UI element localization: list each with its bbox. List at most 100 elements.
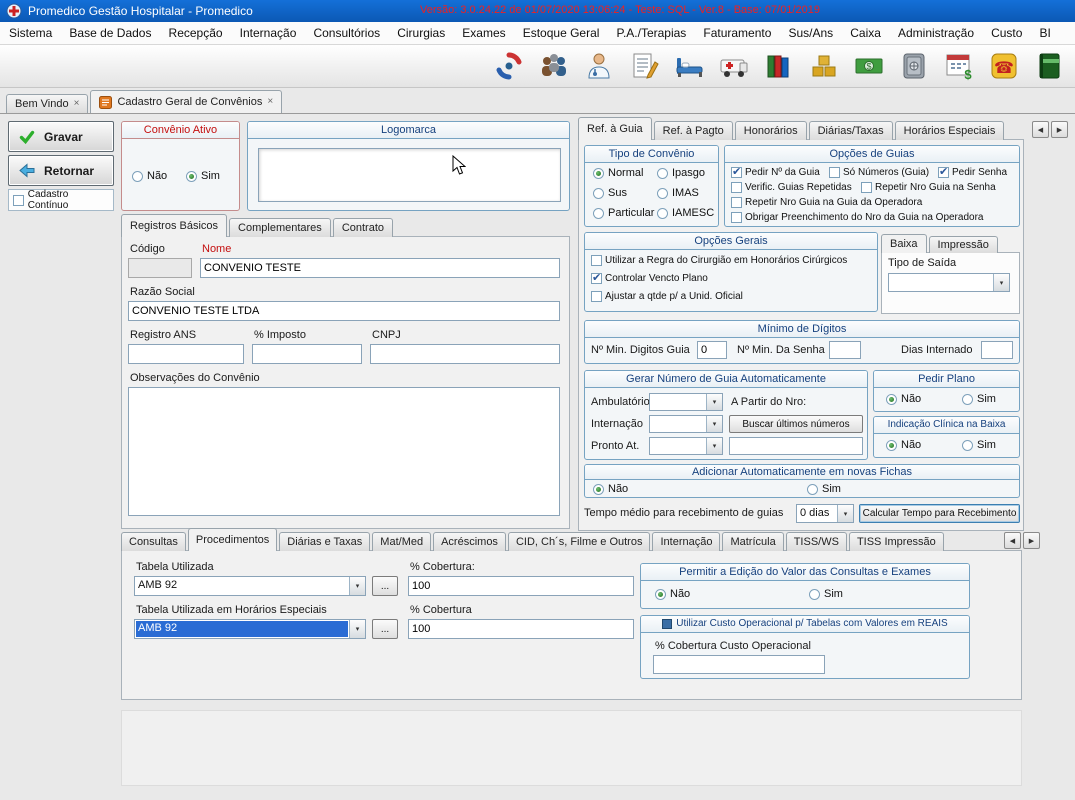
registro-ans-field[interactable] [128, 344, 244, 364]
tab-bem-vindo[interactable]: Bem Vindo × [6, 94, 88, 113]
library-icon[interactable] [761, 48, 797, 84]
checkbox-so-numeros[interactable]: Só Números (Guia) [829, 167, 929, 178]
tab-tiss-impressao[interactable]: TISS Impressão [849, 532, 944, 551]
pronto-at-combo[interactable]: ▾ [649, 437, 723, 455]
guide-tabs-scroll-right-icon[interactable]: ▶ [1051, 121, 1068, 138]
save-button[interactable]: Gravar [8, 121, 114, 152]
chevron-down-icon[interactable]: ▾ [349, 620, 365, 638]
browse-tabela-button[interactable]: ... [372, 576, 398, 596]
billing-calendar-icon[interactable]: $ [941, 48, 977, 84]
radio-adicionar-nao[interactable]: Não [593, 483, 628, 495]
tab-diarias-taxas[interactable]: Diárias/Taxas [809, 121, 893, 140]
detail-tabs-scroll-left-icon[interactable]: ◀ [1004, 532, 1021, 549]
radio-tipo-imas[interactable]: IMAS [657, 187, 699, 199]
calcular-tempo-button[interactable]: Calcular Tempo para Recebimento [859, 504, 1020, 523]
logo-image-area[interactable] [258, 148, 561, 202]
checkbox-verific-guias-repetidas[interactable]: Verific. Guias Repetidas [731, 182, 852, 193]
cobertura-field[interactable] [408, 576, 634, 596]
reception-icon[interactable] [536, 48, 572, 84]
tab-contrato[interactable]: Contrato [333, 218, 393, 237]
tab-procedimentos[interactable]: Procedimentos [188, 528, 277, 551]
imposto-field[interactable] [252, 344, 362, 364]
radio-tipo-sus[interactable]: Sus [593, 187, 627, 199]
detail-tabs-scroll-right-icon[interactable]: ▶ [1023, 532, 1040, 549]
buscar-ultimos-numeros-button[interactable]: Buscar últimos números [729, 415, 863, 433]
checkbox-regra-cirurgiao[interactable]: Utilizar a Regra do Cirurgião em Honorár… [591, 255, 847, 266]
bed-icon[interactable] [671, 48, 707, 84]
tabela-especiais-combo[interactable]: AMB 92 ▾ [134, 619, 366, 639]
ambulance-icon[interactable] [716, 48, 752, 84]
continuous-registration-checkbox[interactable]: Cadastro Contínuo [8, 189, 114, 211]
checkbox-controlar-vencto-plano[interactable]: Controlar Vencto Plano [591, 273, 708, 284]
tabela-utilizada-combo[interactable]: AMB 92 ▾ [134, 576, 366, 596]
bi-book-icon[interactable] [1031, 48, 1067, 84]
radio-permitir-sim[interactable]: Sim [809, 588, 843, 600]
patients-sync-icon[interactable] [491, 48, 527, 84]
checkbox-pedir-senha[interactable]: Pedir Senha [938, 167, 1007, 178]
finance-icon[interactable]: $ [851, 48, 887, 84]
menu-item-exames[interactable]: Exames [455, 22, 512, 44]
radio-tipo-ipasgo[interactable]: Ipasgo [657, 167, 705, 179]
checkbox-ajustar-qtde[interactable]: Ajustar a qtde p/ a Unid. Oficial [591, 291, 743, 302]
tab-complementares[interactable]: Complementares [229, 218, 331, 237]
menu-item-sus-ans[interactable]: Sus/Ans [781, 22, 840, 44]
radio-indicacao-sim[interactable]: Sim [962, 439, 996, 451]
min-senha-field[interactable] [829, 341, 861, 359]
tab-mat-med[interactable]: Mat/Med [372, 532, 431, 551]
chevron-down-icon[interactable]: ▾ [706, 416, 722, 432]
stock-icon[interactable] [806, 48, 842, 84]
cobertura-custo-field[interactable] [653, 655, 825, 674]
menu-item-internacao[interactable]: Internação [233, 22, 304, 44]
menu-item-cirurgias[interactable]: Cirurgias [390, 22, 452, 44]
nro-inicial-field[interactable] [729, 437, 863, 455]
tab-consultas[interactable]: Consultas [121, 532, 186, 551]
ambulatorio-combo[interactable]: ▾ [649, 393, 723, 411]
tab-cadastro-geral-convenios[interactable]: Cadastro Geral de Convênios × [90, 90, 282, 113]
menu-item-base-de-dados[interactable]: Base de Dados [62, 22, 158, 44]
menu-item-consultorios[interactable]: Consultórios [306, 22, 387, 44]
phone-icon[interactable]: ☎ [986, 48, 1022, 84]
chevron-down-icon[interactable]: ▾ [837, 505, 853, 522]
close-tab-icon[interactable]: × [267, 91, 273, 113]
menu-item-custo[interactable]: Custo [984, 22, 1029, 44]
radio-pedir-plano-sim[interactable]: Sim [962, 393, 996, 405]
close-tab-icon[interactable]: × [74, 95, 80, 113]
tab-baixa[interactable]: Baixa [881, 234, 927, 253]
nome-field[interactable] [200, 258, 560, 278]
tab-cid-chs-filme-outros[interactable]: CID, Ch´s, Filme e Outros [508, 532, 651, 551]
return-button[interactable]: Retornar [8, 155, 114, 186]
tab-internacao-detail[interactable]: Internação [652, 532, 720, 551]
checkbox-repetir-nro-guia-senha[interactable]: Repetir Nro Guia na Senha [861, 182, 996, 193]
tab-honorarios[interactable]: Honorários [735, 121, 807, 140]
dias-internado-field[interactable] [981, 341, 1013, 359]
menu-item-bi[interactable]: BI [1033, 22, 1058, 44]
radio-convenio-sim[interactable]: Sim [186, 170, 220, 182]
radio-tipo-normal[interactable]: Normal [593, 167, 643, 179]
tab-acrescimos[interactable]: Acréscimos [433, 532, 506, 551]
radio-tipo-particular[interactable]: Particular [593, 207, 654, 219]
radio-indicacao-nao[interactable]: Não [886, 439, 921, 451]
digitos-guia-field[interactable] [697, 341, 727, 359]
radio-tipo-iamesc[interactable]: IAMESC [657, 207, 714, 219]
doctor-icon[interactable] [581, 48, 617, 84]
cobertura-especiais-field[interactable] [408, 619, 634, 639]
cnpj-field[interactable] [370, 344, 560, 364]
tab-impressao[interactable]: Impressão [929, 236, 998, 253]
tempo-medio-combo[interactable]: 0 dias ▾ [796, 504, 854, 523]
menu-item-recepcao[interactable]: Recepção [162, 22, 230, 44]
chevron-down-icon[interactable]: ▾ [706, 394, 722, 410]
observacoes-field[interactable] [128, 387, 560, 516]
tab-matricula[interactable]: Matrícula [722, 532, 783, 551]
radio-convenio-nao[interactable]: Não [132, 170, 167, 182]
safe-icon[interactable] [896, 48, 932, 84]
tab-ref-a-guia[interactable]: Ref. à Guia [578, 117, 652, 140]
menu-item-administracao[interactable]: Administração [891, 22, 981, 44]
internacao-combo[interactable]: ▾ [649, 415, 723, 433]
chevron-down-icon[interactable]: ▾ [993, 274, 1009, 291]
tab-horarios-especiais[interactable]: Horários Especiais [895, 121, 1005, 140]
chevron-down-icon[interactable]: ▾ [349, 577, 365, 595]
menu-item-sistema[interactable]: Sistema [2, 22, 59, 44]
tipo-saida-combo[interactable]: ▾ [888, 273, 1010, 292]
radio-pedir-plano-nao[interactable]: Não [886, 393, 921, 405]
radio-adicionar-sim[interactable]: Sim [807, 483, 841, 495]
